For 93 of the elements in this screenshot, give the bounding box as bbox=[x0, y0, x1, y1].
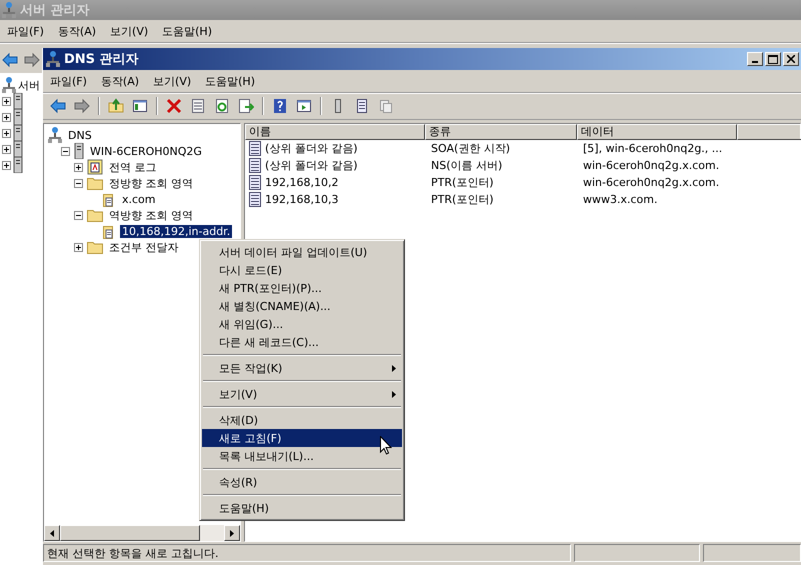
menu-item[interactable]: 동작(A) bbox=[94, 74, 146, 88]
menu-item[interactable]: 도움말(H) bbox=[198, 74, 262, 88]
table-cell: (상위 폴더와 같음) bbox=[265, 158, 358, 173]
menu-item[interactable]: 삭제(D) bbox=[202, 411, 402, 429]
tree-item[interactable]: 역방향 조회 영역 bbox=[107, 208, 195, 222]
expand-toggle[interactable] bbox=[2, 144, 11, 154]
folder-icon bbox=[87, 240, 103, 254]
record-icon bbox=[248, 175, 262, 190]
zone-file-icon bbox=[100, 191, 116, 207]
server-icon bbox=[13, 141, 23, 157]
tree-item[interactable]: 전역 로그 bbox=[107, 160, 158, 174]
log-icon bbox=[87, 159, 103, 175]
column-header[interactable] bbox=[737, 124, 801, 140]
window-title: DNS 관리자 bbox=[64, 51, 139, 68]
expand-toggle[interactable] bbox=[2, 112, 11, 122]
collapse-toggle[interactable] bbox=[74, 178, 83, 188]
menu-item[interactable]: 목록 내보내기(L)... bbox=[202, 447, 402, 465]
expand-toggle[interactable] bbox=[2, 96, 11, 106]
table-cell-text: NS(이름 서버) bbox=[430, 158, 504, 173]
menu-item[interactable]: 도움말(H) bbox=[202, 499, 402, 517]
scroll-left-button[interactable] bbox=[44, 525, 60, 541]
maximize-icon bbox=[768, 54, 778, 64]
table-cell: 192,168,10,3 bbox=[265, 193, 338, 206]
tree-item[interactable]: 10,168,192,in-addr. bbox=[120, 224, 232, 238]
collapse-toggle[interactable] bbox=[61, 146, 70, 156]
zone-file-icon bbox=[100, 223, 116, 239]
menu-item[interactable]: 도움말(H) bbox=[155, 24, 219, 38]
table-cell-text: win-6ceroh0nq2g.x.com. bbox=[582, 159, 720, 172]
collapse-toggle[interactable] bbox=[74, 210, 83, 220]
window-title: 서버 관리자 bbox=[0, 0, 801, 20]
tree-item[interactable]: x.com bbox=[120, 192, 158, 206]
column-header[interactable]: 종류 bbox=[425, 124, 577, 140]
table-cell: (상위 폴더와 같음) bbox=[265, 141, 358, 156]
folder-icon bbox=[87, 208, 103, 222]
maximize-button[interactable] bbox=[765, 52, 781, 66]
table-cell-text: www3.x.com. bbox=[582, 193, 658, 206]
menu-item[interactable]: 서버 데이터 파일 업데이트(U) bbox=[202, 243, 402, 261]
close-button[interactable] bbox=[783, 52, 799, 66]
menu-item[interactable]: 새로 고침(F) bbox=[202, 429, 402, 447]
dns-server-icon bbox=[48, 127, 62, 143]
menu-item[interactable]: 속성(R) bbox=[202, 473, 402, 491]
tree-item[interactable]: 조건부 전달자 bbox=[107, 240, 180, 254]
menu-item[interactable]: 새 위임(G)... bbox=[202, 315, 402, 333]
record-icon bbox=[248, 192, 262, 207]
expand-toggle[interactable] bbox=[74, 162, 83, 172]
menu-item[interactable]: 다시 로드(E) bbox=[202, 261, 402, 279]
table-cell-text: PTR(포인터) bbox=[430, 192, 495, 207]
scrollbar-thumb[interactable] bbox=[60, 525, 200, 541]
server-icon bbox=[74, 143, 84, 159]
mouse-pointer-icon bbox=[380, 436, 392, 455]
tree-item[interactable]: 정방향 조회 영역 bbox=[107, 176, 195, 190]
minimize-button[interactable] bbox=[747, 52, 763, 66]
tree-item[interactable]: DNS bbox=[66, 128, 94, 142]
record-icon bbox=[248, 158, 262, 173]
tree-item[interactable]: WIN-6CEROH0NQ2G bbox=[88, 144, 204, 158]
menu-item[interactable]: 동작(A) bbox=[50, 24, 104, 38]
dns-server-icon bbox=[46, 51, 60, 67]
table-cell-text: SOA(권한 시작) bbox=[430, 141, 512, 156]
scroll-right-button[interactable] bbox=[224, 525, 240, 541]
column-header[interactable]: 데이터 bbox=[577, 124, 737, 140]
table-cell-text: win-6ceroh0nq2g.x.com. bbox=[582, 176, 720, 189]
status-text: 현재 선택한 항목을 새로 고칩니다. bbox=[43, 544, 571, 562]
server-icon bbox=[13, 93, 23, 109]
table-cell-text: [5], win-6ceroh0nq2g., ... bbox=[582, 142, 724, 155]
menu-item[interactable]: 보기(V) bbox=[103, 24, 156, 38]
record-icon bbox=[248, 141, 262, 156]
menu-item[interactable]: 새 별칭(CNAME)(A)... bbox=[202, 297, 402, 315]
expand-toggle[interactable] bbox=[2, 160, 11, 170]
menu-item[interactable]: 다른 새 레코드(C)... bbox=[202, 333, 402, 351]
right-arrow-icon bbox=[230, 530, 234, 536]
table-cell-text: PTR(포인터) bbox=[430, 175, 495, 190]
tree-item[interactable]: 서버 bbox=[18, 78, 40, 92]
table-cell: 192,168,10,2 bbox=[265, 176, 338, 189]
menu-item[interactable]: 새 PTR(포인터)(P)... bbox=[202, 279, 402, 297]
server-icon bbox=[13, 109, 23, 125]
menu-item[interactable]: 파일(F) bbox=[0, 24, 51, 38]
close-icon bbox=[787, 55, 795, 63]
horizontal-scrollbar[interactable] bbox=[44, 525, 240, 541]
dns-server-icon bbox=[2, 77, 16, 93]
expand-toggle[interactable] bbox=[2, 128, 11, 138]
folder-icon bbox=[87, 176, 103, 190]
expand-toggle[interactable] bbox=[74, 242, 83, 252]
menu-item[interactable]: 보기(V) bbox=[146, 74, 198, 88]
left-arrow-icon bbox=[50, 530, 54, 536]
menu-item[interactable]: 보기(V) bbox=[202, 385, 402, 403]
server-icon bbox=[13, 125, 23, 141]
server-icon bbox=[13, 157, 23, 173]
menu-item[interactable]: 모든 작업(K) bbox=[202, 359, 402, 377]
menu-item[interactable]: 파일(F) bbox=[43, 74, 94, 88]
column-header[interactable]: 이름 bbox=[245, 124, 425, 140]
submenu-arrow-icon bbox=[392, 390, 396, 398]
submenu-arrow-icon bbox=[392, 364, 396, 372]
dns-server-icon bbox=[2, 2, 16, 18]
